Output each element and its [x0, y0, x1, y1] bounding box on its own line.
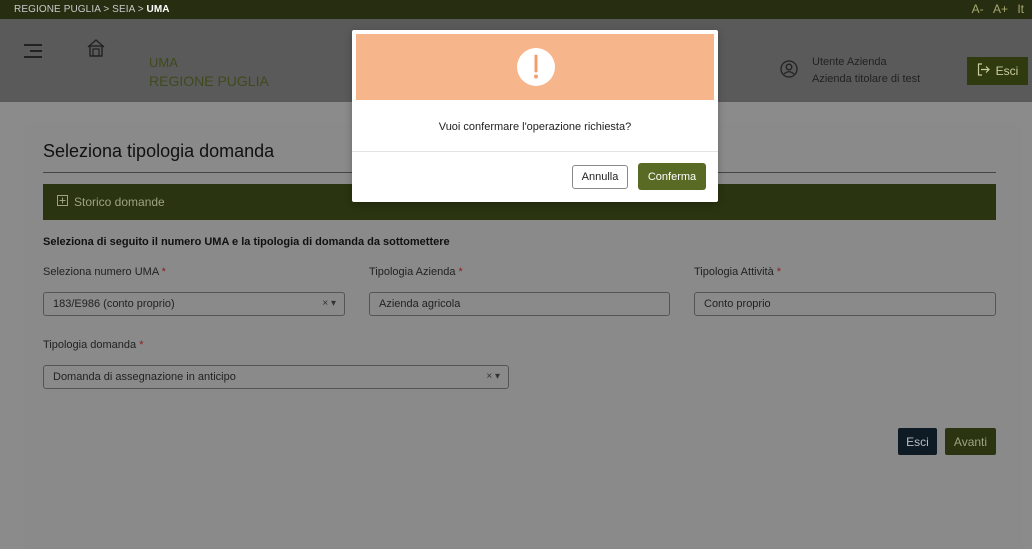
user-circle-icon [780, 60, 798, 81]
language-switch[interactable]: It [1017, 2, 1024, 16]
uma-number-value: 183/E986 (conto proprio) [53, 298, 175, 310]
logout-button[interactable]: Esci [967, 57, 1028, 85]
logout-label: Esci [995, 64, 1019, 78]
chevron-down-icon[interactable]: ▾ [331, 298, 336, 309]
breadcrumb-item-uma: UMA [146, 4, 170, 15]
tipologia-attivita-label: Tipologia Attività * [694, 266, 782, 278]
font-increase-button[interactable]: A+ [993, 2, 1008, 16]
chevron-down-icon[interactable]: ▾ [495, 371, 500, 382]
tipologia-attivita-value: Conto proprio [704, 298, 771, 310]
breadcrumb-separator: > [103, 4, 110, 15]
top-bar: REGIONE PUGLIA > SEIA > UMA A- A+ It [0, 0, 1032, 19]
tipologia-azienda-label: Tipologia Azienda * [369, 266, 463, 278]
user-info: Utente Azienda Azienda titolare di test [812, 54, 920, 88]
region-name: REGIONE PUGLIA [149, 73, 269, 89]
uma-number-select[interactable]: 183/E986 (conto proprio) × ▾ [43, 292, 345, 316]
dialog-header [356, 34, 714, 100]
tipologia-domanda-select[interactable]: Domanda di assegnazione in anticipo × ▾ [43, 365, 509, 389]
user-name: Utente Azienda [812, 56, 887, 68]
tipologia-domanda-value: Domanda di assegnazione in anticipo [53, 371, 236, 383]
dialog-divider [352, 151, 718, 152]
accordion-label: Storico domande [74, 195, 165, 209]
clear-icon[interactable]: × [486, 371, 492, 382]
next-button[interactable]: Avanti [945, 428, 996, 455]
plus-square-icon [57, 195, 68, 209]
breadcrumb-item-seia[interactable]: SEIA [112, 4, 135, 15]
hamburger-icon[interactable] [24, 44, 42, 62]
home-icon[interactable] [86, 38, 106, 61]
breadcrumb-item-regione[interactable]: REGIONE PUGLIA [14, 4, 100, 15]
instructions-text: Seleziona di seguito il numero UMA e la … [43, 236, 450, 248]
tipologia-azienda-field: Azienda agricola [369, 292, 670, 316]
cancel-button[interactable]: Annulla [572, 165, 628, 189]
page-title: Seleziona tipologia domanda [43, 141, 275, 161]
dialog-message: Vuoi confermare l'operazione richiesta? [438, 121, 632, 133]
font-decrease-button[interactable]: A- [972, 2, 984, 16]
app-name: UMA [149, 55, 178, 70]
exit-button[interactable]: Esci [898, 428, 937, 455]
breadcrumb-separator: > [137, 4, 144, 15]
clear-icon[interactable]: × [322, 298, 328, 309]
confirm-button[interactable]: Conferma [638, 163, 706, 190]
exclamation-icon [517, 48, 555, 86]
breadcrumb: REGIONE PUGLIA > SEIA > UMA [14, 4, 170, 15]
tipologia-azienda-value: Azienda agricola [379, 298, 461, 310]
tipologia-attivita-field: Conto proprio [694, 292, 996, 316]
logout-icon [977, 63, 990, 79]
tipologia-domanda-label: Tipologia domanda * [43, 339, 144, 351]
accessibility-controls: A- A+ It [966, 2, 1024, 16]
confirm-dialog: Vuoi confermare l'operazione richiesta? … [352, 30, 718, 202]
user-company: Azienda titolare di test [812, 73, 921, 85]
uma-number-label: Seleziona numero UMA * [43, 266, 166, 278]
brand[interactable]: UMA REGIONE PUGLIA [149, 54, 269, 90]
